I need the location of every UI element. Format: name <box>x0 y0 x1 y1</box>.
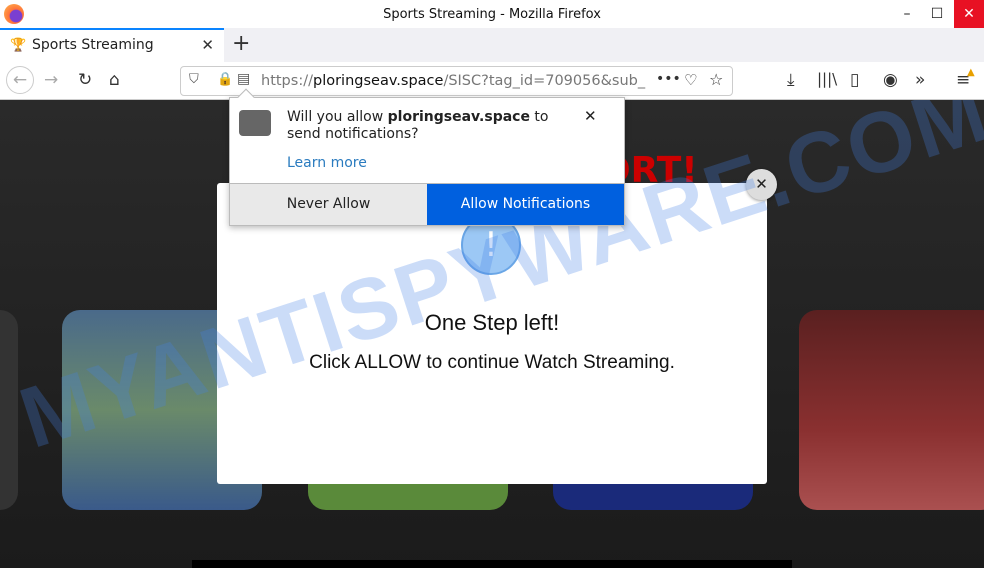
close-tab-icon[interactable]: ✕ <box>201 36 214 54</box>
bookmark-star-icon[interactable]: ☆ <box>709 70 723 89</box>
permission-message: Will you allow ploringseav.space to send… <box>287 109 567 143</box>
pocket-icon[interactable]: ♡ <box>684 71 697 89</box>
library-icon[interactable]: |||\ <box>817 70 837 88</box>
window-title: Sports Streaming - Mozilla Firefox <box>383 7 601 22</box>
modal-close-button[interactable]: ✕ <box>746 169 777 200</box>
url-bar[interactable]: ⛉ 🔒 ▤ https://ploringseav.space/SISC?tag… <box>180 66 733 96</box>
tab-label: Sports Streaming <box>32 37 154 53</box>
learn-more-link[interactable]: Learn more <box>287 155 367 171</box>
account-icon[interactable]: ◉ <box>883 70 898 90</box>
popup-close-icon[interactable]: ✕ <box>584 107 597 125</box>
notification-permission-icon[interactable]: ▤ <box>237 71 250 87</box>
bottom-bar <box>192 560 792 568</box>
modal-text: Click ALLOW to continue Watch Streaming. <box>309 352 675 373</box>
url-text[interactable]: https://ploringseav.space/SISC?tag_id=70… <box>261 73 651 89</box>
trophy-icon: 🏆 <box>10 38 27 53</box>
more-actions-icon[interactable]: ••• <box>656 71 681 87</box>
warning-icon: ▲ <box>967 67 975 78</box>
minimize-button[interactable]: – <box>892 0 922 28</box>
url-scheme: https:// <box>261 73 313 89</box>
modal-title: One Step left! <box>424 310 560 335</box>
message-prefix: Will you allow <box>287 109 388 125</box>
home-button[interactable]: ⌂ <box>109 70 120 90</box>
overflow-menu-icon[interactable]: » <box>915 70 925 90</box>
never-allow-button[interactable]: Never Allow <box>230 184 427 225</box>
downloads-icon[interactable]: ⤓ <box>787 70 795 90</box>
sidebar-icon[interactable]: ▯ <box>850 70 859 90</box>
modal-dialog: ! One Step left! Click ALLOW to continue… <box>217 183 767 484</box>
reload-button[interactable]: ↻ <box>78 70 92 90</box>
lock-icon[interactable]: 🔒 <box>217 72 233 87</box>
url-path: /SISC?tag_id=709056&sub_ <box>443 73 646 89</box>
allow-notifications-button[interactable]: Allow Notifications <box>427 184 624 225</box>
image-card[interactable] <box>0 310 18 510</box>
url-domain: ploringseav.space <box>312 73 444 89</box>
message-domain: ploringseav.space <box>387 109 530 125</box>
close-window-button[interactable]: ✕ <box>954 0 984 28</box>
shield-icon[interactable]: ⛉ <box>189 72 199 87</box>
chat-bubble-icon <box>239 110 271 136</box>
notification-permission-popup: Will you allow ploringseav.space to send… <box>229 88 625 226</box>
title-bar: Sports Streaming - Mozilla Firefox – ☐ ✕ <box>0 0 984 28</box>
tab-bar: 🏆 Sports Streaming ✕ + <box>0 28 984 62</box>
basketball-image[interactable] <box>799 310 984 510</box>
back-button[interactable]: ← <box>6 66 34 94</box>
forward-button[interactable]: → <box>44 70 58 90</box>
navigation-bar: ← → ↻ ⌂ ⛉ 🔒 ▤ https://ploringseav.space/… <box>0 62 984 100</box>
new-tab-button[interactable]: + <box>232 31 250 56</box>
maximize-button[interactable]: ☐ <box>922 0 952 28</box>
tab-sports-streaming[interactable]: 🏆 Sports Streaming ✕ <box>0 28 224 62</box>
